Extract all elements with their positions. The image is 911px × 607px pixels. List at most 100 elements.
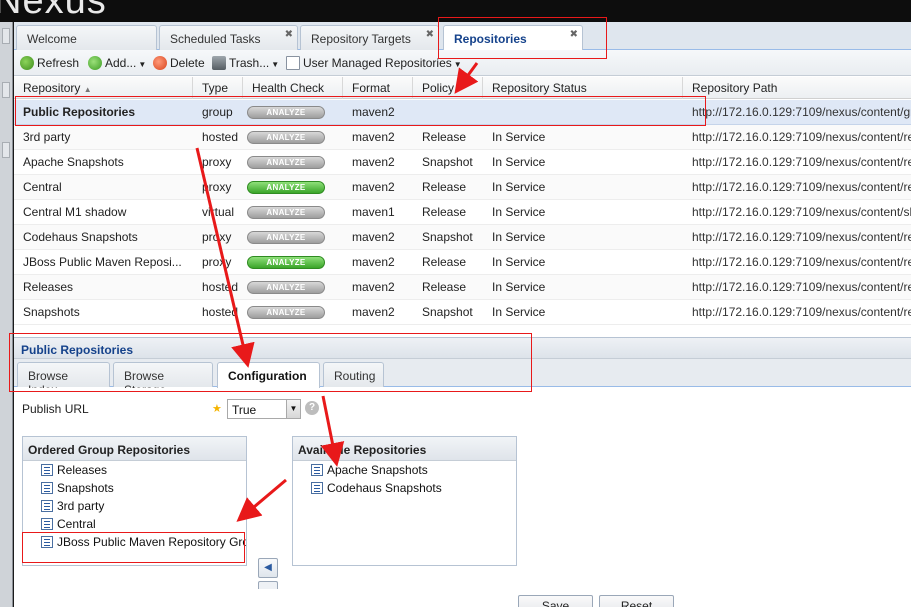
list-item[interactable]: Snapshots [23,479,246,497]
analyze-button[interactable]: ANALYZE [247,156,325,169]
repository-name-cell: Codehaus Snapshots [23,230,138,244]
repository-path-link[interactable]: http://172.16.0.129:7109/nexus/content/r… [683,250,911,275]
repository-name-cell: 3rd party [23,130,71,144]
table-row[interactable]: 3rd party hosted ANALYZE maven2 Release In Se… [14,125,911,150]
list-item[interactable]: 3rd party [23,497,246,515]
table-row[interactable]: Central proxy ANALYZE maven2 Release In Servi… [14,175,911,200]
repository-name-cell: Central M1 shadow [23,205,127,219]
repository-path-link[interactable]: http://172.16.0.129:7109/nexus/content/s… [683,200,911,225]
save-button[interactable]: Save [518,595,593,607]
repository-icon [311,464,323,476]
list-item[interactable]: Central [23,515,246,533]
close-icon[interactable]: ✖ [426,29,434,40]
repository-format-cell: maven2 [352,305,395,319]
left-nav-handle[interactable] [2,142,10,158]
repository-status-cell [483,100,683,125]
analyze-button[interactable]: ANALYZE [247,281,325,294]
left-nav-collapsed[interactable] [0,22,13,607]
repository-path-link[interactable]: http://172.16.0.129:7109/nexus/content/r… [683,175,911,200]
document-icon [286,56,300,70]
trash-button[interactable]: Trash... ▼ [212,54,279,72]
refresh-button[interactable]: Refresh [20,54,79,72]
column-header-format[interactable]: Format [343,77,413,99]
close-icon[interactable]: ✖ [570,29,578,40]
delete-button[interactable]: Delete [153,54,205,72]
close-icon[interactable]: ✖ [285,29,293,40]
repository-policy-cell: Release [422,205,467,219]
column-header-repository-status[interactable]: Repository Status [483,77,683,99]
user-managed-repositories-button[interactable]: User Managed Repositories ▼ [286,54,462,72]
table-row[interactable]: Public Repositories group ANALYZE maven2 htt… [14,100,911,125]
available-repositories-list[interactable]: Available Repositories Apache Snapshots C… [292,436,517,566]
chevron-down-icon: ▼ [138,60,147,69]
publish-url-select[interactable]: True ▼ [227,399,301,419]
repository-type-cell: proxy [202,230,232,244]
tab-scheduled-tasks[interactable]: Scheduled Tasks ✖ [159,25,298,50]
analyze-button[interactable]: ANALYZE [247,256,325,269]
tab-repository-targets[interactable]: Repository Targets ✖ [300,25,439,50]
repository-format-cell: maven2 [352,155,395,169]
repository-format-cell: maven2 [352,255,395,269]
column-header-type[interactable]: Type [193,77,243,99]
repository-icon [41,518,53,530]
chevron-down-icon: ▼ [271,60,280,69]
repository-icon [41,464,53,476]
table-row[interactable]: Snapshots hosted ANALYZE maven2 Snapshot In S… [14,300,911,325]
analyze-button[interactable]: ANALYZE [247,206,325,219]
analyze-button[interactable]: ANALYZE [247,231,325,244]
left-nav-handle[interactable] [2,82,10,98]
repository-type-cell: proxy [202,155,232,169]
tab-configuration[interactable]: Configuration [217,362,320,388]
table-row[interactable]: Codehaus Snapshots proxy ANALYZE maven2 Snap… [14,225,911,250]
health-check-cell: ANALYZE [243,150,343,175]
repository-path-link[interactable]: http://172.16.0.129:7109/nexus/content/r… [683,150,911,175]
list-item-label: 3rd party [57,499,105,513]
table-row[interactable]: JBoss Public Maven Reposi... proxy ANALYZE… [14,250,911,275]
tab-routing[interactable]: Routing [323,362,384,387]
app-title: Nexus [0,0,107,22]
analyze-button[interactable]: ANALYZE [247,131,325,144]
table-row[interactable]: Central M1 shadow virtual ANALYZE maven1 Rel… [14,200,911,225]
repository-path-link[interactable]: http://172.16.0.129:7109/nexus/content/r… [683,300,911,325]
repository-status-cell: In Service [492,255,546,269]
tab-browse-index[interactable]: Browse Index [17,362,110,397]
reset-button[interactable]: Reset [599,595,674,607]
table-row[interactable]: Apache Snapshots proxy ANALYZE maven2 Snapsh… [14,150,911,175]
column-header-policy[interactable]: Policy [413,77,483,99]
tab-welcome[interactable]: Welcome [16,25,157,50]
add-button[interactable]: Add... ▼ [88,54,146,72]
list-item[interactable]: Releases [23,461,246,479]
list-item[interactable]: Codehaus Snapshots [293,479,516,497]
analyze-button[interactable]: ANALYZE [247,181,325,194]
repository-path-link[interactable]: http://172.16.0.129:7109/nexus/content/g… [683,100,911,125]
trash-label: Trash... [229,56,270,70]
repository-path-link[interactable]: http://172.16.0.129:7109/nexus/content/r… [683,125,911,150]
configuration-form: Publish URL ★ True ▼ ? Ordered Group Rep… [14,388,911,607]
repository-name-cell: Public Repositories [23,105,136,119]
repository-type-cell: proxy [202,180,232,194]
repository-path-link[interactable]: http://172.16.0.129:7109/nexus/content/r… [683,275,911,300]
tab-repositories[interactable]: Repositories ✖ [443,25,583,51]
tab-browse-storage[interactable]: Browse Storage [113,362,213,397]
left-nav-handle[interactable] [2,28,10,44]
list-item[interactable]: Apache Snapshots [293,461,516,479]
repository-policy-cell: Release [422,130,467,144]
health-check-cell: ANALYZE [243,100,343,125]
column-header-repository-path[interactable]: Repository Path [683,77,911,99]
move-right-button[interactable] [258,581,278,589]
list-item[interactable]: JBoss Public Maven Repository Group [23,533,246,551]
table-row[interactable]: Releases hosted ANALYZE maven2 Release In Ser… [14,275,911,300]
column-header-repository[interactable]: Repository ▲ [14,77,193,99]
ordered-group-repositories-list[interactable]: Ordered Group Repositories Releases Snaps… [22,436,247,566]
main-panel: Welcome Scheduled Tasks ✖ Repository Tar… [14,22,911,607]
column-header-health-check[interactable]: Health Check [243,77,343,99]
repository-path-link[interactable]: http://172.16.0.129:7109/nexus/content/r… [683,225,911,250]
chevron-down-icon: ▼ [286,400,300,418]
analyze-button[interactable]: ANALYZE [247,106,325,119]
analyze-button[interactable]: ANALYZE [247,306,325,319]
health-check-cell: ANALYZE [243,175,343,200]
help-icon[interactable]: ? [305,401,319,415]
move-left-button[interactable]: ◀ [258,558,278,578]
repository-icon [41,536,53,548]
repository-policy-cell: Release [422,255,467,269]
